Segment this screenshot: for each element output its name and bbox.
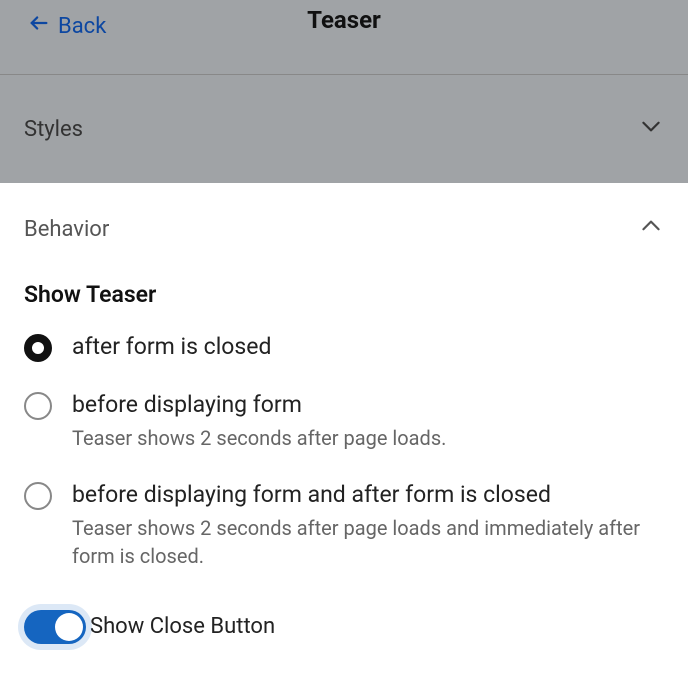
toggle-label-show-close: Show Close Button (90, 614, 275, 639)
page-title: Teaser (307, 6, 381, 34)
show-close-toggle[interactable] (24, 610, 86, 644)
group-title-show-teaser: Show Teaser (24, 281, 664, 308)
radio-label: after form is closed (72, 332, 271, 362)
section-body-behavior: Show Teaser after form is closed before … (0, 261, 688, 664)
radio-text: before displaying form Teaser shows 2 se… (72, 390, 446, 452)
radio-label: before displaying form (72, 390, 446, 420)
chevron-up-icon (638, 213, 664, 245)
radio-indicator (24, 482, 52, 510)
radio-option-before-and-after[interactable]: before displaying form and after form is… (24, 480, 664, 570)
radio-text: before displaying form and after form is… (72, 480, 664, 570)
radio-text: after form is closed (72, 332, 271, 362)
back-button[interactable]: Back (8, 4, 126, 48)
radio-caption: Teaser shows 2 seconds after page loads … (72, 514, 664, 570)
page-header: Back Teaser (0, 0, 688, 75)
toggle-knob (55, 613, 83, 641)
radio-indicator (24, 392, 52, 420)
radio-option-after-closed[interactable]: after form is closed (24, 332, 664, 362)
section-header-styles[interactable]: Styles (0, 75, 688, 183)
radio-caption: Teaser shows 2 seconds after page loads. (72, 424, 446, 452)
toggle-row-show-close: Show Close Button (24, 610, 664, 644)
section-label-behavior: Behavior (24, 217, 109, 242)
arrow-left-icon (28, 12, 50, 40)
back-label: Back (58, 14, 106, 39)
radio-indicator (24, 334, 52, 362)
chevron-down-icon (638, 113, 664, 145)
section-header-behavior[interactable]: Behavior (0, 183, 688, 261)
radio-label: before displaying form and after form is… (72, 480, 664, 510)
radio-option-before-displaying[interactable]: before displaying form Teaser shows 2 se… (24, 390, 664, 452)
section-label-styles: Styles (24, 117, 83, 142)
